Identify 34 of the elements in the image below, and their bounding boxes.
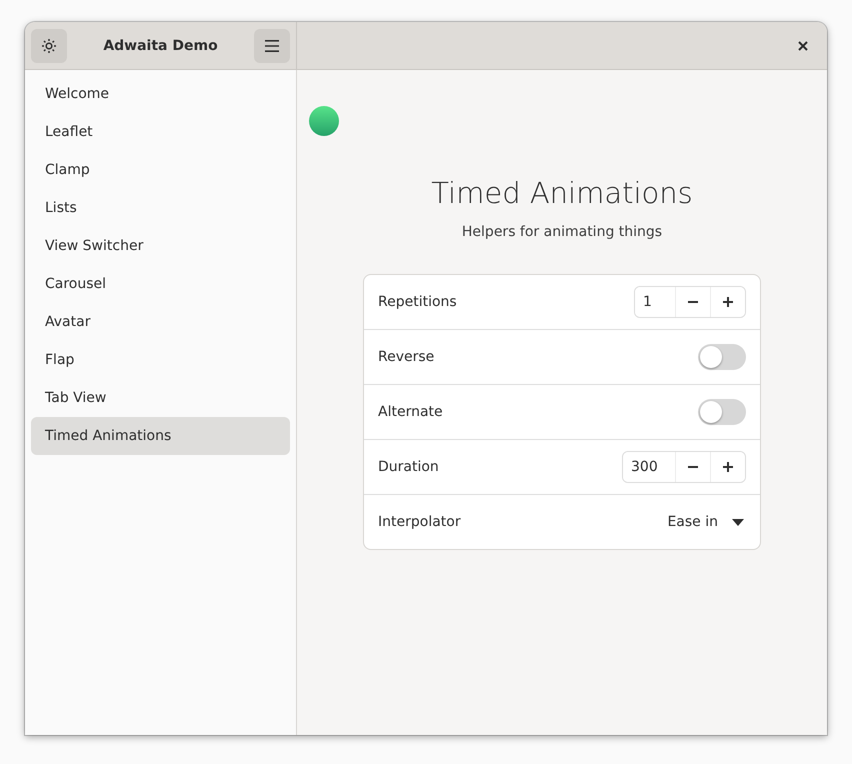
sun-icon bbox=[42, 38, 56, 52]
sidebar-item[interactable]: Clamp bbox=[31, 151, 290, 189]
page-title: Timed Animations bbox=[431, 176, 693, 210]
sidebar-item[interactable]: Welcome bbox=[31, 75, 290, 113]
spin-button[interactable]: 300 bbox=[622, 451, 746, 483]
window-title: Adwaita Demo bbox=[103, 38, 218, 54]
close-icon bbox=[798, 40, 808, 50]
sidebar-item[interactable]: Timed Animations bbox=[31, 417, 290, 455]
sidebar-item[interactable]: Tab View bbox=[31, 379, 290, 417]
dropdown-arrow-icon bbox=[732, 518, 744, 526]
sidebar-item[interactable]: View Switcher bbox=[31, 227, 290, 265]
row-label: Interpolator bbox=[378, 514, 461, 530]
sidebar-item[interactable]: Avatar bbox=[31, 303, 290, 341]
animated-ball bbox=[309, 106, 339, 136]
spin-button[interactable]: 1 bbox=[634, 286, 746, 318]
toggle-switch[interactable] bbox=[698, 399, 746, 425]
page-subtitle: Helpers for animating things bbox=[462, 224, 662, 240]
sidebar-item[interactable]: Flap bbox=[31, 341, 290, 379]
plus-icon bbox=[722, 461, 734, 473]
row-label: Duration bbox=[378, 459, 439, 475]
theme-button[interactable] bbox=[31, 28, 67, 62]
menu-icon bbox=[265, 40, 279, 52]
row-label: Repetitions bbox=[378, 294, 457, 310]
row-label: Reverse bbox=[378, 349, 434, 365]
interpolator-dropdown[interactable]: Ease in bbox=[665, 510, 746, 534]
row-label: Alternate bbox=[378, 404, 443, 420]
increment-button[interactable] bbox=[710, 452, 745, 482]
sidebar-item[interactable]: Carousel bbox=[31, 265, 290, 303]
toggle-switch[interactable] bbox=[698, 344, 746, 370]
sidebar-item[interactable]: Leaflet bbox=[31, 113, 290, 151]
menu-button[interactable] bbox=[254, 28, 290, 62]
plus-icon bbox=[722, 296, 734, 308]
increment-button[interactable] bbox=[710, 287, 745, 317]
sidebar-item[interactable]: Lists bbox=[31, 189, 290, 227]
